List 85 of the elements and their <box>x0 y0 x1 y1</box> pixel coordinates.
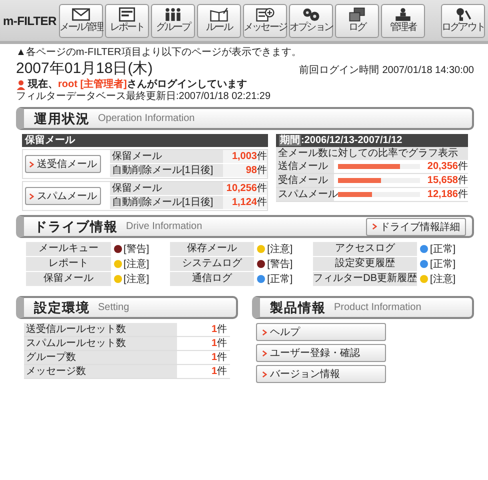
table-cell: 保留メール <box>110 150 223 163</box>
table-cell-text: 1件 <box>210 365 228 378</box>
table-cell-text: 20,356件 <box>426 160 468 173</box>
logout-button[interactable]: ログアウト <box>441 4 485 38</box>
book-icon <box>208 7 230 22</box>
status-text: [注意] <box>124 258 150 271</box>
link-button[interactable]: スパムメール <box>25 187 101 205</box>
document-plus-icon <box>254 7 276 22</box>
table-note: 全メール数に対しての比率でグラフ表示 <box>276 147 468 160</box>
table-cell: 保留メール <box>110 182 223 195</box>
table-cell: 1,003件 <box>223 150 267 163</box>
chevron-icon <box>262 328 267 336</box>
status-text: [正常] <box>267 272 293 286</box>
last-login-time: 2007/01/18 14:30:00 <box>382 65 474 76</box>
status-text: [正常] <box>430 242 456 256</box>
table-cell: 自動削除メール[1日後] <box>110 164 223 177</box>
table-cell: レポート <box>26 257 111 271</box>
table-cell: メッセージ数 <box>24 365 177 378</box>
table-cell: アクセスログ <box>313 242 417 256</box>
chevron-icon <box>262 370 267 378</box>
table-cell: グループ数 <box>24 351 177 364</box>
windows-icon <box>346 7 368 22</box>
nav-button[interactable]: メール管理 <box>59 4 103 38</box>
table-cell: 受信メール <box>276 174 334 187</box>
table-cell: 1,124件 <box>223 196 267 209</box>
envelope-icon <box>70 7 92 22</box>
nav-button[interactable]: ログ <box>335 4 379 38</box>
chevron-icon <box>372 223 377 230</box>
chevron-icon <box>29 160 34 168</box>
login-status: 現在、root [主管理者]さんがログインしています <box>28 78 247 90</box>
nav-button[interactable]: グループ <box>151 4 195 38</box>
table-cell: 保存メール <box>170 242 254 256</box>
table-cell: 自動削除メール[1日後] <box>110 196 223 209</box>
table-cell: システムログ <box>170 257 254 271</box>
section-subtitle: Setting <box>98 302 130 313</box>
table-cell: 通信ログ <box>170 272 254 286</box>
logo: m-FILTER <box>3 14 58 28</box>
gears-icon <box>300 7 322 22</box>
section-subtitle: Operation Information <box>98 113 195 124</box>
database-update-text: フィルターデータベース最終更新日:2007/01/18 02:21:29 <box>16 91 272 103</box>
section-title: 運用状況 <box>34 110 90 128</box>
status-text: [注意] <box>124 272 150 286</box>
chevron-icon <box>29 192 34 200</box>
table-header: 保留メール <box>22 134 268 147</box>
link-button[interactable]: 送受信メール <box>25 155 101 173</box>
nav-button[interactable]: メッセージ <box>243 4 287 38</box>
last-login-label: 前回ログイン時間 <box>299 64 380 77</box>
nav-button[interactable]: 管理者 <box>381 4 425 38</box>
status-text: [注意] <box>430 272 456 286</box>
status-text: [注意] <box>267 242 293 256</box>
detail-button[interactable]: ドライブ情報詳細 <box>366 218 466 236</box>
table-cell-text: 1件 <box>210 351 228 364</box>
chevron-icon <box>262 350 267 356</box>
document-icon <box>116 7 138 22</box>
table-cell: 保留メール <box>26 272 111 286</box>
table-cell-text: 1件 <box>210 337 228 350</box>
section-title: ドライブ情報 <box>34 218 118 236</box>
table-cell: フィルターDB更新履歴 <box>313 272 417 286</box>
table-cell: メールキュー <box>26 242 111 256</box>
table-cell: 送受信ルールセット数 <box>24 323 177 336</box>
nav-button[interactable]: レポート <box>105 4 149 38</box>
link-button[interactable]: バージョン情報 <box>256 365 386 383</box>
table-cell: スパムルールセット数 <box>24 337 177 350</box>
nav-button[interactable]: ルール <box>197 4 241 38</box>
link-button[interactable]: ユーザー登録・確認 <box>256 344 386 362</box>
status-text: [警告] <box>124 242 150 256</box>
table-cell: 98件 <box>223 164 267 177</box>
notice-text: ▲各ページのm-FILTER項目より以下のページが表示できます。 <box>16 47 302 59</box>
table-cell: 送信メール <box>276 160 334 173</box>
date-heading: 2007年01月18日(木) <box>16 59 154 78</box>
link-button[interactable]: ヘルプ <box>256 323 386 341</box>
person-icon <box>16 80 26 90</box>
status-text: [警告] <box>267 258 293 271</box>
nav-button[interactable]: オプション <box>289 4 333 38</box>
section-title: 製品情報 <box>270 298 326 316</box>
status-text: [正常] <box>430 258 456 271</box>
table-cell: 10,256件 <box>223 182 267 195</box>
table-cell-text: 1件 <box>210 323 228 336</box>
table-cell-text: 15,658件 <box>426 174 468 187</box>
section-subtitle: Product Information <box>334 302 422 313</box>
table-header: 期間:2006/12/13-2007/1/12 <box>276 134 468 147</box>
section-subtitle: Drive Information <box>126 221 202 232</box>
section-title: 設定環境 <box>34 298 90 316</box>
table-cell: 設定変更履歴 <box>313 257 417 271</box>
table-cell-text: 12,186件 <box>426 188 468 201</box>
